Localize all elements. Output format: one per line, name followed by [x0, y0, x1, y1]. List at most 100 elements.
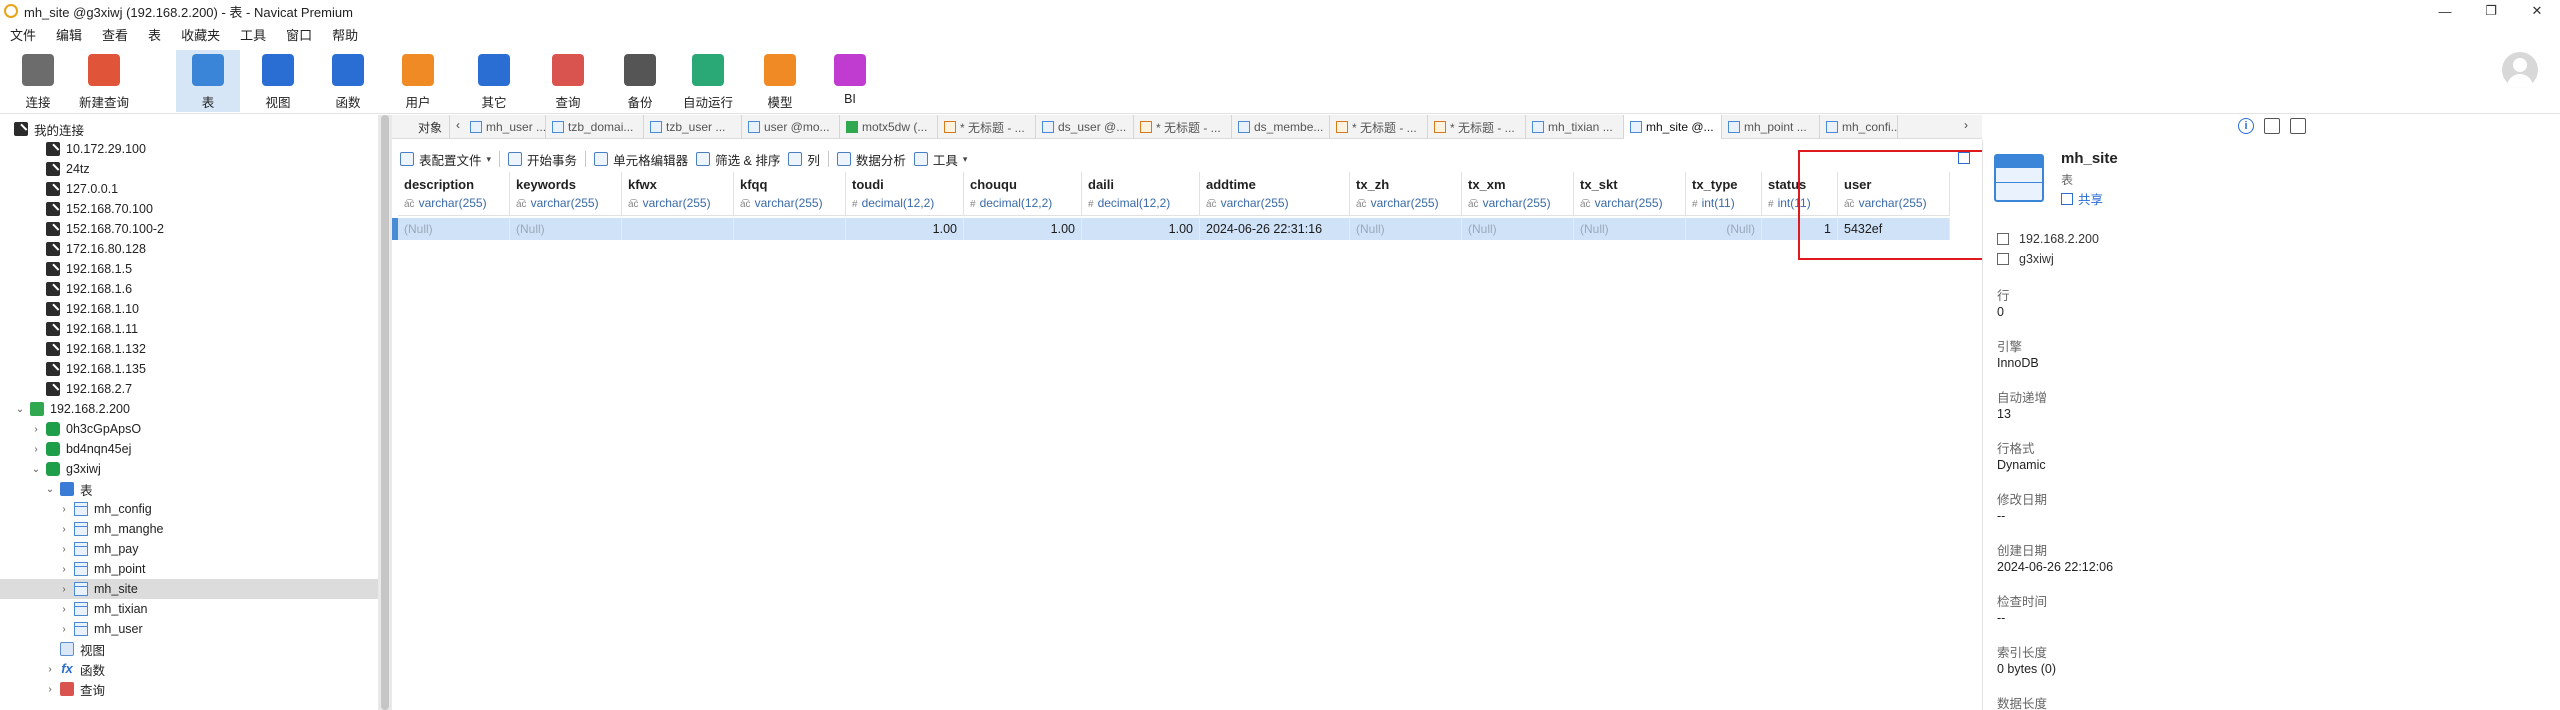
nav-item-conn[interactable]: 152.168.70.100	[30, 199, 153, 219]
nav-item-conn[interactable]: 10.172.29.100	[30, 139, 146, 159]
tab-qry[interactable]: * 无标题 - ...	[938, 115, 1036, 139]
table-config-button[interactable]: 表配置文件 ▾	[400, 150, 491, 169]
table-cell[interactable]: (Null)	[1574, 218, 1686, 240]
tab-qry[interactable]: * 无标题 - ...	[1330, 115, 1428, 139]
data-analysis-button[interactable]: 数据分析	[836, 150, 906, 169]
tab-tbl[interactable]: mh_confi...	[1820, 115, 1898, 139]
nav-item-conn[interactable]: 192.168.1.11	[30, 319, 138, 339]
column-header-chouqu[interactable]: chouqu # decimal(12,2)	[964, 172, 1082, 216]
toolbar-backup-button[interactable]: 备份	[608, 50, 672, 112]
info-icon[interactable]: i	[2238, 118, 2254, 134]
nav-item-table[interactable]: › mh_pay	[58, 539, 138, 559]
tab-tbl[interactable]: mh_user ...	[464, 115, 546, 139]
table-cell[interactable]: 1.00	[1082, 218, 1200, 240]
menu-item[interactable]: 收藏夹	[171, 25, 230, 44]
filter-sort-button[interactable]: 筛选 & 排序	[696, 150, 780, 169]
menu-item[interactable]: 查看	[92, 25, 138, 44]
table-cell[interactable]: (Null)	[398, 218, 510, 240]
tab-qry[interactable]: * 无标题 - ...	[1428, 115, 1526, 139]
column-header-description[interactable]: description a͡c varchar(255)	[398, 172, 510, 216]
tab-tbl[interactable]: mh_point ...	[1722, 115, 1820, 139]
tab-scroll-left-icon[interactable]: ‹	[452, 118, 464, 136]
navigator-scrollbar[interactable]	[378, 115, 392, 710]
chevron-right-icon[interactable]: ›	[44, 684, 56, 695]
chevron-right-icon[interactable]: ›	[58, 564, 70, 575]
nav-root-my-connections[interactable]: 我的连接	[14, 119, 84, 139]
chevron-right-icon[interactable]: ›	[58, 584, 70, 595]
chevron-right-icon[interactable]: ›	[30, 444, 42, 455]
menu-item[interactable]: 文件	[0, 25, 46, 44]
chevron-right-icon[interactable]: ›	[30, 424, 42, 435]
nav-item-conn[interactable]: 192.168.1.6	[30, 279, 132, 299]
scrollbar-thumb[interactable]	[381, 115, 389, 710]
close-button[interactable]: ✕	[2514, 0, 2560, 22]
tab-tbl[interactable]: tzb_domai...	[546, 115, 644, 139]
table-cell[interactable]: 1.00	[846, 218, 964, 240]
nav-item-conn[interactable]: 192.168.2.7	[30, 379, 132, 399]
chevron-down-icon[interactable]: ⌄	[30, 464, 42, 475]
column-header-keywords[interactable]: keywords a͡c varchar(255)	[510, 172, 622, 216]
chevron-down-icon[interactable]: ⌄	[14, 404, 26, 415]
toolbar-table-button[interactable]: 表	[176, 50, 240, 112]
column-header-addtime[interactable]: addtime a͡c varchar(255)	[1200, 172, 1350, 216]
chevron-right-icon[interactable]: ›	[58, 544, 70, 555]
chevron-right-icon[interactable]: ›	[58, 504, 70, 515]
nav-item-conn[interactable]: 127.0.0.1	[30, 179, 118, 199]
table-cell[interactable]	[622, 218, 734, 240]
toolbar-new-query-button[interactable]: 新建查询	[72, 50, 136, 112]
toolbar-user-button[interactable]: 用户	[386, 50, 450, 112]
column-header-tx-zh[interactable]: tx_zh a͡c varchar(255)	[1350, 172, 1462, 216]
share-link[interactable]: 共享	[2061, 189, 2103, 208]
nav-item-conn[interactable]: 172.16.80.128	[30, 239, 146, 259]
chevron-down-icon[interactable]: ⌄	[44, 484, 56, 495]
toolbar-query-button[interactable]: 查询	[536, 50, 600, 112]
menu-item[interactable]: 工具	[230, 25, 276, 44]
nav-item-conn[interactable]: 192.168.1.10	[30, 299, 139, 319]
nav-item-conn-active[interactable]: ⌄ 192.168.2.200	[14, 399, 130, 419]
toolbar-automation-button[interactable]: 自动运行	[676, 50, 740, 112]
grid-view-icon[interactable]	[2290, 118, 2306, 134]
nav-item-db[interactable]: › 0h3cGpApsO	[30, 419, 141, 439]
nav-item-conn[interactable]: 192.168.1.5	[30, 259, 132, 279]
tab-tbl[interactable]: mh_site @...	[1624, 115, 1722, 139]
menu-item[interactable]: 窗口	[276, 25, 322, 44]
table-cell[interactable]: 1.00	[964, 218, 1082, 240]
toolbar-other-button[interactable]: 其它	[462, 50, 526, 112]
column-header-daili[interactable]: daili # decimal(12,2)	[1082, 172, 1200, 216]
nav-item-conn[interactable]: 152.168.70.100-2	[30, 219, 164, 239]
table-cell[interactable]	[734, 218, 846, 240]
toolbar-bi-button[interactable]: BI	[818, 50, 882, 112]
nav-item-db[interactable]: ⌄ g3xiwj	[30, 459, 101, 479]
menu-item[interactable]: 帮助	[322, 25, 368, 44]
tab-tbl[interactable]: ds_membe...	[1232, 115, 1330, 139]
chevron-right-icon[interactable]: ›	[58, 524, 70, 535]
menu-item[interactable]: 编辑	[46, 25, 92, 44]
column-header-kfwx[interactable]: kfwx a͡c varchar(255)	[622, 172, 734, 216]
nav-item-table-folder[interactable]: ⌄ 表	[44, 479, 93, 499]
toolbar-connection-button[interactable]: 连接	[6, 50, 70, 112]
column-header-tx-type[interactable]: tx_type # int(11)	[1686, 172, 1762, 216]
nav-item-table[interactable]: › mh_tixian	[58, 599, 148, 619]
nav-item-conn[interactable]: 192.168.1.135	[30, 359, 146, 379]
chevron-right-icon[interactable]: ›	[58, 604, 70, 615]
tab-tbl[interactable]: mh_tixian ...	[1526, 115, 1624, 139]
column-header-tx-skt[interactable]: tx_skt a͡c varchar(255)	[1574, 172, 1686, 216]
tab-tbl[interactable]: ds_user @...	[1036, 115, 1134, 139]
table-cell[interactable]: (Null)	[1686, 218, 1762, 240]
tab-objects[interactable]: 对象	[400, 115, 450, 139]
table-cell[interactable]: (Null)	[1462, 218, 1574, 240]
nav-item-query[interactable]: › 查询	[44, 679, 105, 699]
user-avatar-icon[interactable]	[2502, 52, 2538, 88]
column-header-kfqq[interactable]: kfqq a͡c varchar(255)	[734, 172, 846, 216]
nav-item-table[interactable]: › mh_site	[0, 579, 378, 599]
nav-item-table[interactable]: › mh_config	[58, 499, 152, 519]
column-header-toudi[interactable]: toudi # decimal(12,2)	[846, 172, 964, 216]
tab-qry[interactable]: * 无标题 - ...	[1134, 115, 1232, 139]
minimize-button[interactable]: —	[2422, 0, 2468, 22]
nav-item-func[interactable]: › fx 函数	[44, 659, 105, 679]
table-cell[interactable]: 2024-06-26 22:31:16	[1200, 218, 1350, 240]
toolbar-function-button[interactable]: 函数	[316, 50, 380, 112]
menu-item[interactable]: 表	[138, 25, 171, 44]
tools-button[interactable]: 工具 ▾	[913, 150, 967, 169]
toolbar-model-button[interactable]: 模型	[748, 50, 812, 112]
